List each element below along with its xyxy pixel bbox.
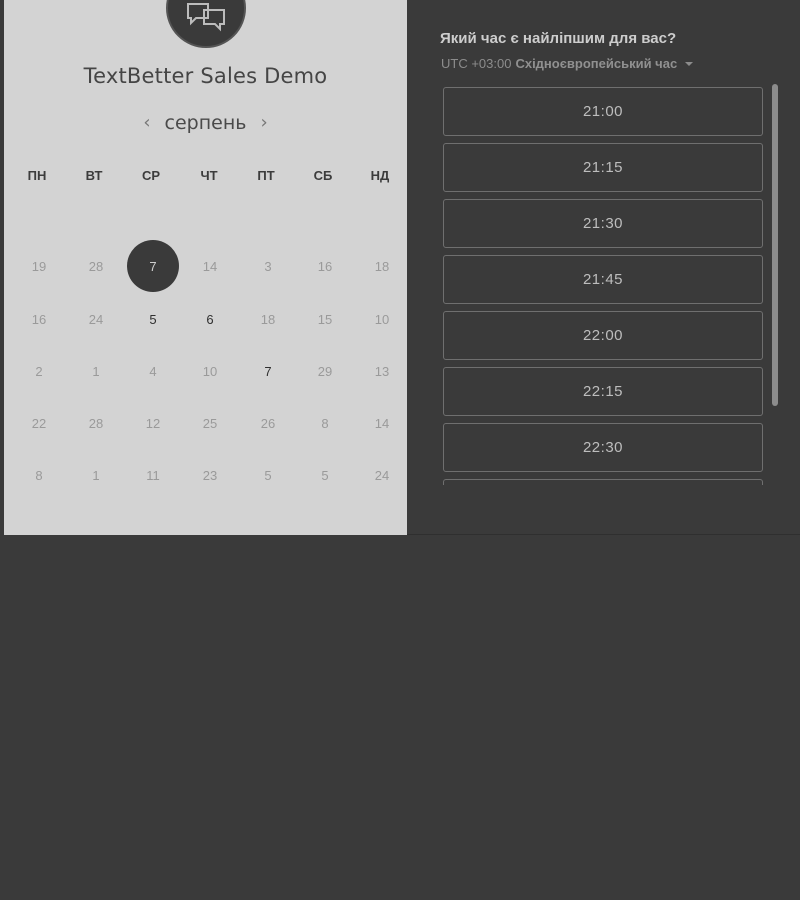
calendar-day: 26 [260,415,276,431]
timezone-selector[interactable]: UTC +03:00 Східноєвропейський час [441,56,694,71]
calendar-day: 15 [317,311,333,327]
calendar-day: 1 [92,467,100,483]
calendar-day[interactable]: 6 [184,293,236,345]
time-slot-list: 21:00 21:15 21:30 21:45 22:00 22:15 22:30 [443,86,763,485]
time-slot-scrollbar[interactable] [772,84,778,406]
calendar-day: 28 [88,415,104,431]
calendar-day: 14 [202,258,218,274]
calendar-day: 18 [374,258,390,274]
time-question: Який час є найліпшим для вас? [440,30,677,47]
time-selection-panel: Який час є найліпшим для вас? UTC +03:00… [407,0,800,535]
time-slot-button[interactable]: 21:45 [443,255,763,304]
calendar-day: 16 [31,311,47,327]
panel-divider [407,534,800,535]
calendar-day: 10 [202,363,218,379]
calendar-day: 2 [35,363,43,379]
time-slot-button[interactable] [443,479,763,485]
calendar-day: 16 [317,258,333,274]
calendar-day: 5 [264,467,272,483]
calendar-day: 28 [88,258,104,274]
calendar-day: 18 [260,311,276,327]
calendar-day: 13 [374,363,390,379]
timezone-name: Східноєвропейський час [515,56,678,71]
calendar-day: 5 [321,467,329,483]
time-slot-button[interactable]: 22:30 [443,423,763,472]
calendar-day[interactable]: 7 [242,345,294,397]
calendar-day: 11 [146,467,160,483]
calendar-day: 8 [321,415,329,431]
time-slot-button[interactable]: 21:30 [443,199,763,248]
calendar-day: 22 [31,415,47,431]
calendar-day: 25 [202,415,218,431]
calendar-day[interactable]: 5 [127,293,179,345]
calendar-day-selected[interactable]: 7 [127,240,179,292]
caret-down-icon [685,61,694,66]
calendar-day: 3 [264,258,272,274]
time-slot-button[interactable]: 21:15 [443,143,763,192]
time-slot-button[interactable]: 22:15 [443,367,763,416]
calendar-day: 12 [145,415,161,431]
calendar-day: 10 [374,311,390,327]
calendar-day: 29 [317,363,333,379]
calendar-day: 8 [35,467,43,483]
calendar-day: 14 [374,415,390,431]
calendar-panel: TextBetter Sales Demo ‹ серпень › ПН ВТ … [4,0,407,535]
calendar-day: 4 [149,363,157,379]
timezone-offset: UTC +03:00 [441,56,512,71]
scheduling-page: TextBetter Sales Demo ‹ серпень › ПН ВТ … [0,0,800,900]
calendar-day: 1 [92,363,100,379]
time-slot-button[interactable]: 21:00 [443,87,763,136]
calendar-day: 24 [88,311,104,327]
calendar-days-grid: 19 28 7 14 3 16 18 16 24 5 6 18 15 10 2 1 4 10 7 29 13 22 28 12… [4,0,407,535]
time-slot-button[interactable]: 22:00 [443,311,763,360]
calendar-day: 24 [374,467,390,483]
calendar-day: 23 [202,467,218,483]
calendar-day: 19 [31,258,47,274]
